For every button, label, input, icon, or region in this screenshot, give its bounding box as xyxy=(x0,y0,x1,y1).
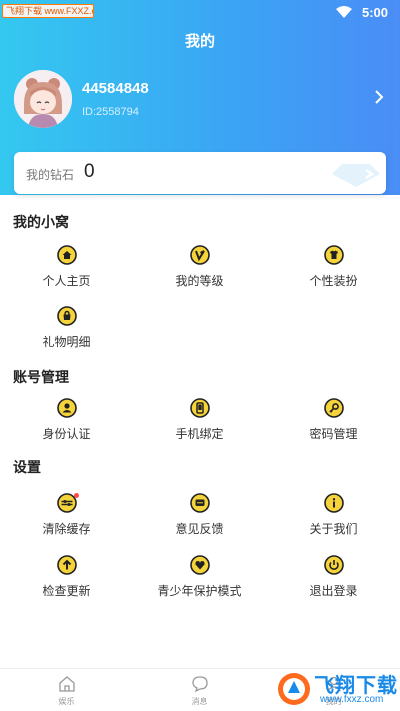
nest-item-gifts[interactable]: 礼物明细 xyxy=(0,306,133,352)
user-id: ID:2558794 xyxy=(82,106,139,118)
section-title-nest: 我的小窝 xyxy=(13,215,69,231)
settings-item-feedback[interactable]: 意见反馈 xyxy=(133,493,266,539)
home-icon xyxy=(56,245,77,265)
diamond-value: 0 xyxy=(84,161,95,182)
update-icon xyxy=(56,555,77,575)
account-item-label: 身份认证 xyxy=(42,427,91,441)
settings-item-teen-mode[interactable]: 青少年保护模式 xyxy=(133,555,266,601)
chat-bubble-icon xyxy=(191,676,208,693)
account-item-label: 密码管理 xyxy=(309,427,358,441)
tab-label: 娱乐 xyxy=(58,697,75,706)
status-time: 5:00 xyxy=(361,4,388,20)
settings-item-label: 退出登录 xyxy=(309,584,358,598)
key-icon xyxy=(323,398,344,418)
power-icon xyxy=(323,555,344,575)
nest-item-label: 礼物明细 xyxy=(42,335,91,349)
chevron-right-icon[interactable] xyxy=(372,90,386,104)
section-title-account: 账号管理 xyxy=(13,370,69,386)
nest-item-label: 个性装扮 xyxy=(309,274,358,288)
account-item-password[interactable]: 密码管理 xyxy=(267,398,400,444)
avatar[interactable] xyxy=(14,70,72,128)
avatar-illustration-icon xyxy=(14,70,72,128)
section-title-settings: 设置 xyxy=(13,460,41,476)
shirt-icon xyxy=(323,245,344,265)
account-item-phone[interactable]: 手机绑定 xyxy=(133,398,266,444)
tab-label: 消息 xyxy=(191,697,208,706)
info-icon xyxy=(323,493,344,513)
diamond-label: 我的钻石 xyxy=(26,168,75,182)
heart-shield-icon xyxy=(189,555,210,575)
settings-item-label: 意见反馈 xyxy=(175,522,224,536)
tab-messages[interactable]: 消息 xyxy=(133,669,266,711)
tab-entertainment[interactable]: 娱乐 xyxy=(0,669,133,711)
settings-item-update[interactable]: 检查更新 xyxy=(0,555,133,601)
user-icon xyxy=(56,398,77,418)
phone-icon xyxy=(189,398,210,418)
feedback-icon xyxy=(189,493,210,513)
settings-item-clear-cache[interactable]: 清除缓存 xyxy=(0,493,133,539)
nest-item-label: 我的等级 xyxy=(175,274,224,288)
diamond-decoration-icon xyxy=(332,164,380,187)
watermark-bottom-url: www.fxxz.com xyxy=(320,694,384,705)
page-title: 我的 xyxy=(184,32,215,50)
settings-item-logout[interactable]: 退出登录 xyxy=(267,555,400,601)
home-outline-icon xyxy=(58,676,75,692)
nest-item-dressup[interactable]: 个性装扮 xyxy=(267,245,400,291)
username: 44584848 xyxy=(82,80,149,97)
diamond-card[interactable]: 我的钻石 0 xyxy=(14,152,386,194)
nest-item-level[interactable]: 我的等级 xyxy=(133,245,266,291)
settings-item-label: 关于我们 xyxy=(309,522,358,536)
watermark-bottom: 飞翔下载 www.fxxz.com xyxy=(274,665,400,711)
level-icon xyxy=(189,245,210,265)
settings-item-label: 清除缓存 xyxy=(42,522,91,536)
wifi-icon xyxy=(335,6,352,18)
watermark-top: 飞翔下载 www.FXXZ.com xyxy=(2,4,94,18)
account-item-label: 手机绑定 xyxy=(175,427,224,441)
settings-item-about[interactable]: 关于我们 xyxy=(267,493,400,539)
profile-row[interactable]: 44584848 ID:2558794 xyxy=(14,70,394,130)
notification-badge xyxy=(74,493,79,498)
settings-item-label: 青少年保护模式 xyxy=(157,584,242,598)
account-item-verify[interactable]: 身份认证 xyxy=(0,398,133,444)
nest-item-label: 个人主页 xyxy=(42,274,91,288)
nest-item-homepage[interactable]: 个人主页 xyxy=(0,245,133,291)
settings-item-label: 检查更新 xyxy=(42,584,91,598)
bag-icon xyxy=(56,306,77,326)
watermark-logo-icon xyxy=(278,673,310,705)
